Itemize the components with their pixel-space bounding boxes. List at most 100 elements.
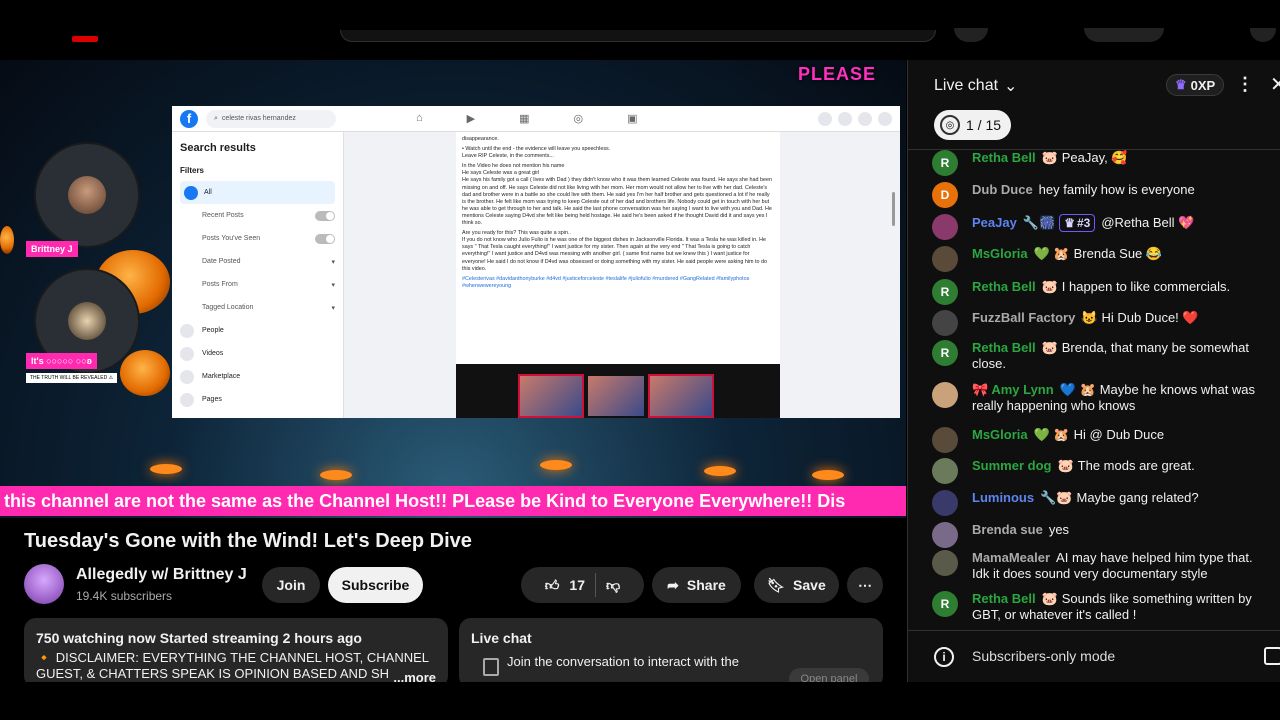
avatar[interactable] xyxy=(932,458,958,484)
messenger-icon xyxy=(838,111,852,126)
description-box[interactable]: 750 watching now Started streaming 2 hou… xyxy=(24,618,448,688)
like-count[interactable]: 17 xyxy=(569,577,585,593)
author-name[interactable]: Summer dog xyxy=(972,458,1051,473)
toggle-icon xyxy=(315,210,335,221)
account-avatar[interactable] xyxy=(1250,28,1276,42)
author-name[interactable]: MsGloria xyxy=(972,246,1028,261)
facebook-screenshot: f ⌕ celeste rivas hernandez ⌂ ▶ ▦ ◎ ▣ Sea… xyxy=(172,106,900,418)
facebook-nav: ⌂ ▶ ▦ ◎ ▣ xyxy=(416,112,638,125)
search-query: celeste rivas hernandez xyxy=(221,115,296,122)
author-name[interactable]: FuzzBall Factory xyxy=(972,310,1075,325)
bottom-letterbox xyxy=(0,682,1280,720)
filter-label: Tagged Location xyxy=(202,304,254,311)
avatar[interactable] xyxy=(932,382,958,408)
author-name[interactable]: Retha Bell xyxy=(972,591,1036,606)
message-text: I happen to like commercials. xyxy=(1061,279,1231,294)
chat-message: R Retha Bell 🐷 Sounds like something writt… xyxy=(932,591,1272,623)
post-photo xyxy=(456,364,780,418)
chevron-down-icon: ⌄ xyxy=(1004,78,1018,95)
guest-face xyxy=(68,176,106,214)
thumbs-down-icon[interactable]: 👎︎ xyxy=(606,577,620,594)
avatar[interactable]: R xyxy=(932,340,958,366)
member-badge: 🔧🐷 xyxy=(1040,490,1073,505)
member-badge: 🐷 xyxy=(1057,458,1074,473)
avatar[interactable] xyxy=(932,214,958,240)
author-name[interactable]: Dub Duce xyxy=(972,182,1033,197)
avatar[interactable]: D xyxy=(932,182,958,208)
author-name[interactable]: Retha Bell xyxy=(972,279,1036,294)
emoji-icon[interactable] xyxy=(1264,647,1280,665)
avatar[interactable] xyxy=(932,427,958,453)
message-text: @Retha Bell 💖 xyxy=(1101,215,1195,230)
channel-name[interactable]: Allegedly w/ Brittney J xyxy=(76,566,247,584)
chat-footer: i Subscribers-only mode xyxy=(908,630,1280,682)
filter-label: Posts From xyxy=(202,281,238,288)
guest-name-tag: It's ○○○○○ ○○ʚ xyxy=(26,353,97,369)
category-label: Pages xyxy=(202,396,222,403)
chat-goal-chip[interactable]: ◎ 1 / 15 xyxy=(934,110,1012,140)
category-label: People xyxy=(202,327,224,334)
channel-avatar[interactable] xyxy=(24,564,64,604)
avatar[interactable]: R xyxy=(932,150,958,176)
post-paragraph: He says his family got a call ( lives wi… xyxy=(462,177,772,227)
author-name[interactable]: Retha Bell xyxy=(972,340,1036,355)
xp-value: 0XP xyxy=(1190,77,1216,93)
message-text: yes xyxy=(1048,522,1070,537)
create-button[interactable] xyxy=(1084,28,1164,42)
author-name[interactable]: MamaMealer xyxy=(972,550,1050,565)
home-icon: ⌂ xyxy=(416,112,423,124)
toggle-icon xyxy=(315,233,335,244)
author-name[interactable]: 🎀 Amy Lynn xyxy=(972,382,1054,397)
thumbs-up-icon[interactable]: 👍︎ xyxy=(545,577,560,594)
avatar[interactable] xyxy=(932,490,958,516)
member-badge: 🔧🎆 xyxy=(1022,215,1056,230)
subscribe-button[interactable]: Subscribe xyxy=(328,567,423,603)
post-paragraph: disappearance. xyxy=(462,136,499,142)
author-name[interactable]: PeaJay xyxy=(972,215,1017,230)
chat-message: R Retha Bell 🐷 I happen to like commercial… xyxy=(932,279,1272,305)
avatar[interactable]: R xyxy=(932,279,958,305)
watching-info: 750 watching now Started streaming 2 hou… xyxy=(36,630,362,646)
category-label: Marketplace xyxy=(202,373,241,380)
search-bar[interactable] xyxy=(340,30,936,42)
author-name[interactable]: Luminous xyxy=(972,490,1034,505)
more-actions-button[interactable]: ⋯ xyxy=(847,567,883,603)
chat-message: FuzzBall Factory 😺 Hi Dub Duce! ❤️ xyxy=(932,310,1272,336)
author-name[interactable]: Brenda sue xyxy=(972,522,1043,537)
filter-date-posted: Date Posted ▾ xyxy=(180,250,335,273)
info-icon[interactable]: i xyxy=(934,647,954,667)
mic-button[interactable] xyxy=(954,28,988,42)
share-button[interactable]: ➦ Share xyxy=(652,567,741,603)
avatar[interactable] xyxy=(932,246,958,272)
chat-message: PeaJay 🔧🎆 ♛ #3 @Retha Bell 💖 xyxy=(932,214,1272,240)
video-player[interactable]: PLEASE Brittney J It's ○○○○○ ○○ʚ THE TRU… xyxy=(0,60,906,518)
chat-message: R Retha Bell 🐷 PeaJay, 🥰 xyxy=(932,150,1272,176)
avatar[interactable] xyxy=(932,550,958,576)
close-icon[interactable]: ✕ xyxy=(1270,72,1280,97)
filter-all: All xyxy=(180,181,335,204)
more-vert-icon[interactable]: ⋮ xyxy=(1236,74,1254,95)
chat-title-dropdown[interactable]: Live chat ⌄ xyxy=(934,76,1017,96)
message-text: Brenda Sue 😂 xyxy=(1073,246,1163,261)
avatar[interactable] xyxy=(932,310,958,336)
xp-badge[interactable]: ♛ 0XP xyxy=(1166,74,1225,96)
author-name[interactable]: MsGloria xyxy=(972,427,1028,442)
top-app-bar xyxy=(0,0,1280,42)
save-button[interactable]: 🔖︎ Save xyxy=(754,567,839,603)
videos-icon xyxy=(180,346,194,361)
filter-label: Date Posted xyxy=(202,258,241,265)
avatar[interactable] xyxy=(932,522,958,548)
filter-posts-seen: Posts You've Seen xyxy=(180,227,335,250)
filter-label: All xyxy=(204,189,212,196)
target-icon: ◎ xyxy=(940,115,960,135)
avatar[interactable]: R xyxy=(932,591,958,617)
chat-message: MamaMealer AI may have helped him type th… xyxy=(932,550,1272,582)
member-badge: 💚 🐹 xyxy=(1033,246,1070,261)
author-name[interactable]: Retha Bell xyxy=(972,150,1036,165)
member-badge: 🐷 xyxy=(1041,340,1058,355)
join-conversation-text: Join the conversation to interact with t… xyxy=(471,654,871,676)
join-button[interactable]: Join xyxy=(262,567,320,603)
youtube-logo[interactable] xyxy=(72,36,98,42)
video-icon: ▶ xyxy=(466,113,476,125)
chat-message: Summer dog 🐷 The mods are great. xyxy=(932,458,1272,484)
